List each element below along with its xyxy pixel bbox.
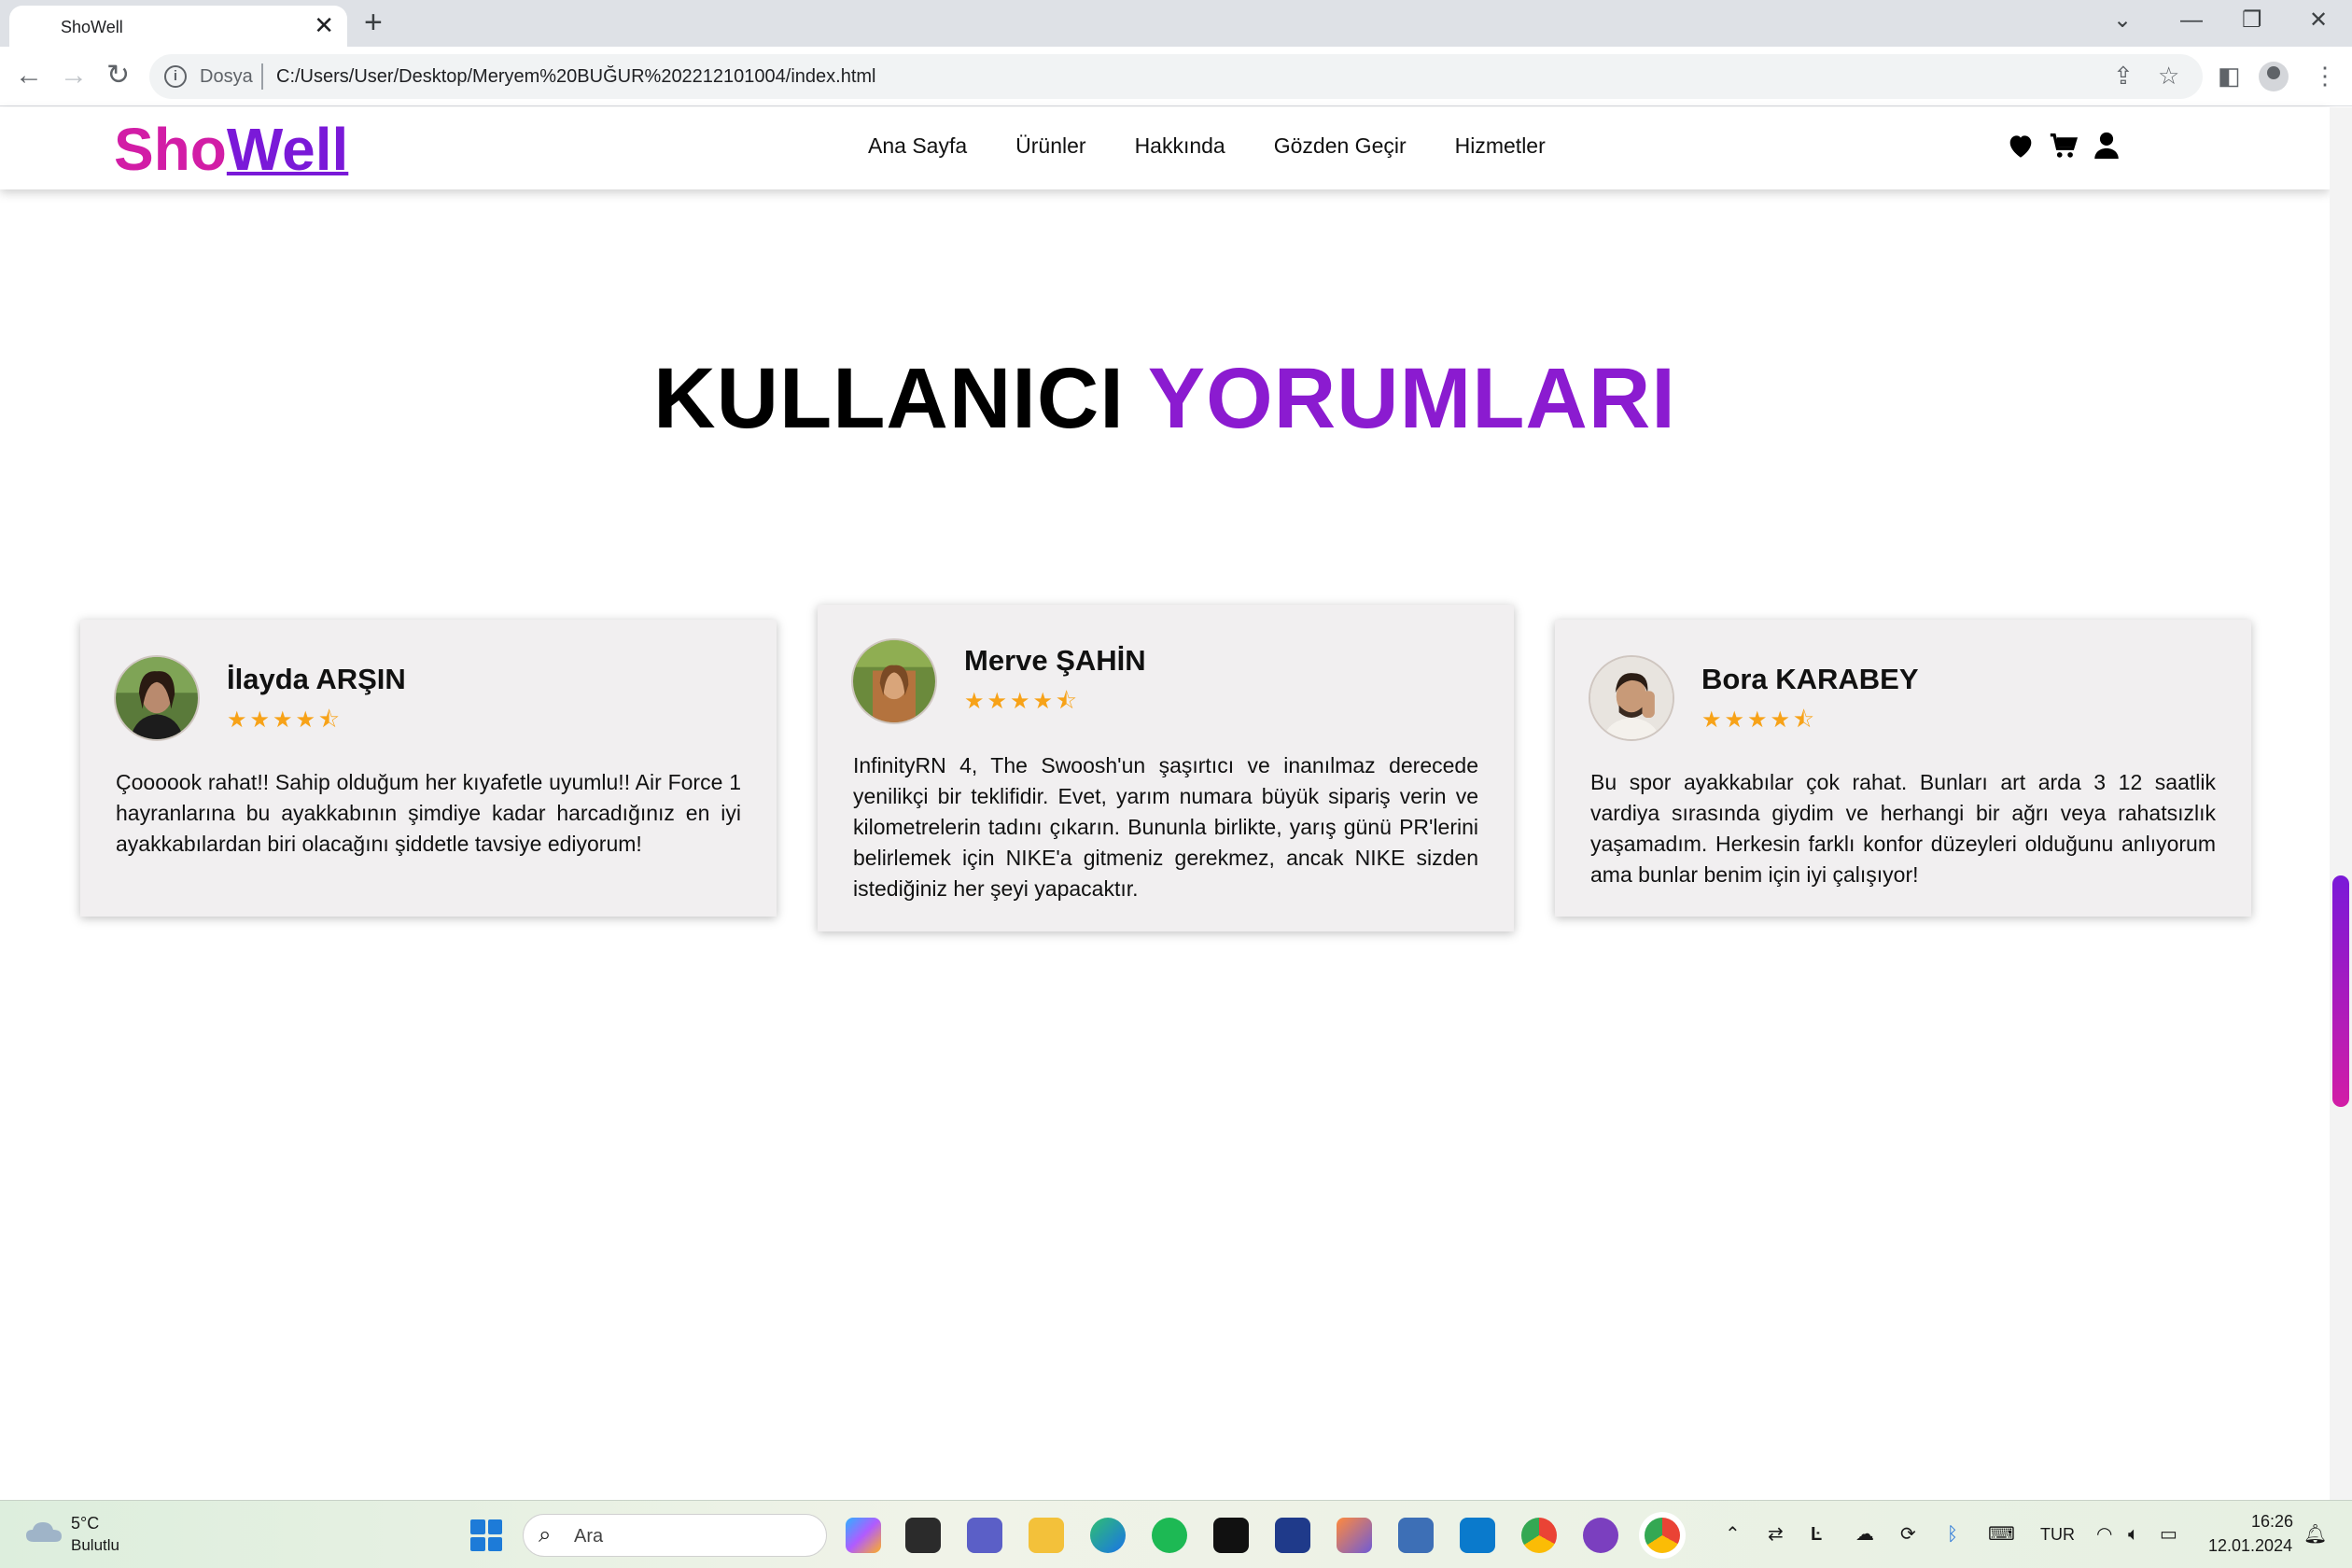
site-info-icon[interactable]: i — [164, 65, 187, 88]
review-text: Bu spor ayakkabılar çok rahat. Bunları a… — [1590, 770, 2216, 887]
volume-icon[interactable]: 🔈︎ — [2128, 1523, 2139, 1546]
search-icon: ⌕ — [539, 1522, 552, 1547]
virtualbox-icon[interactable] — [1398, 1518, 1434, 1553]
review-text: Çoooook rahat!! Sahip olduğum her kıyafe… — [116, 770, 741, 856]
heart-icon[interactable] — [2005, 130, 2037, 161]
taskbar-search-input[interactable]: ⌕ Ara — [523, 1514, 827, 1557]
review-card: Bora KARABEY ★★★★⯪ Bu spor ayakkabılar ç… — [1555, 620, 2251, 917]
reviewer-avatar — [851, 638, 937, 724]
github-desktop-icon[interactable] — [1583, 1518, 1618, 1553]
nav-item-gozden-gecir[interactable]: Gözden Geçir — [1274, 133, 1407, 159]
browser-tab[interactable]: ShoWell ✕ — [9, 6, 347, 47]
url-text[interactable]: C:/Users/User/Desktop/Meryem%20BUĞUR%202… — [276, 66, 876, 88]
nav-item-urunler[interactable]: Ürünler — [1015, 133, 1085, 159]
teams-chat-icon[interactable] — [967, 1518, 1002, 1553]
scrollbar-thumb[interactable] — [2332, 875, 2349, 1107]
new-tab-button[interactable]: + — [364, 6, 383, 39]
task-view-icon[interactable] — [905, 1518, 941, 1553]
cloud-weather-icon[interactable] — [24, 1519, 63, 1544]
copilot-app-icon[interactable] — [846, 1518, 881, 1553]
dev-cpp-icon[interactable] — [1275, 1518, 1310, 1553]
windows-start-icon[interactable] — [470, 1519, 502, 1551]
reload-icon[interactable]: ↻ — [106, 60, 130, 91]
chrome-active-icon[interactable] — [1645, 1518, 1680, 1553]
vscode-icon[interactable] — [1460, 1518, 1495, 1553]
onedrive-icon[interactable]: ☁ — [1855, 1523, 1874, 1546]
search-placeholder: Ara — [574, 1526, 604, 1547]
side-panel-icon[interactable]: ◧ — [2218, 62, 2241, 90]
logo-part-sho: Sho — [114, 116, 227, 183]
nav-item-hakkinda[interactable]: Hakkında — [1135, 133, 1225, 159]
reviewer-name: İlayda ARŞIN — [227, 663, 406, 695]
review-card: Merve ŞAHİN ★★★★⯪ InfinityRN 4, The Swoo… — [818, 605, 1514, 931]
review-text: InfinityRN 4, The Swoosh'un şaşırtıcı ve… — [853, 753, 1478, 901]
app-hexagon-icon[interactable] — [1337, 1518, 1372, 1553]
tray-toggle-icon[interactable]: ⇄ — [1768, 1523, 1784, 1546]
forward-icon[interactable]: → — [60, 60, 88, 91]
site-header: ShoWell Ana Sayfa Ürünler Hakkında Gözde… — [0, 107, 2330, 189]
rating-stars: ★★★★⯪ — [1701, 707, 1817, 733]
sync-icon[interactable]: ⟳ — [1900, 1523, 1916, 1546]
site-logo[interactable]: ShoWell — [114, 117, 348, 182]
tab-title: ShoWell — [61, 18, 123, 36]
reviewer-name: Bora KARABEY — [1701, 663, 1919, 695]
profile-avatar-icon[interactable] — [2259, 62, 2289, 91]
rating-stars: ★★★★⯪ — [964, 689, 1080, 714]
menu-kebab-icon[interactable]: ⋮ — [2313, 62, 2337, 90]
nav-item-hizmetler[interactable]: Hizmetler — [1455, 133, 1546, 159]
tab-search-chevron-icon[interactable]: ⌄ — [2113, 7, 2132, 34]
logo-part-well: Well — [226, 116, 349, 183]
bluetooth-icon[interactable]: ᛒ — [1947, 1523, 1958, 1546]
section-title: KULLANICI YORUMLARI — [0, 347, 2330, 450]
main-nav: Ana Sayfa Ürünler Hakkında Gözden Geçir … — [868, 133, 1594, 159]
share-icon[interactable]: ⇪ — [2113, 62, 2134, 90]
section-title-part1: KULLANICI — [653, 351, 1125, 446]
weather-temperature[interactable]: 5°C — [71, 1514, 99, 1533]
pycharm-icon[interactable] — [1213, 1518, 1249, 1553]
notification-bell-icon[interactable]: 🔔︎ — [2303, 1523, 2327, 1546]
keyboard-icon[interactable]: ⌨ — [1988, 1523, 2015, 1546]
close-window-button[interactable]: ✕ — [2309, 7, 2328, 34]
tray-meter-icon[interactable]: Ŀ — [1811, 1523, 1822, 1546]
taskbar: 5°C Bulutlu ⌕ Ara ⌃ ⇄ Ŀ ☁ ⟳ ᛒ ⌨ TUR ◠ 🔈︎… — [0, 1500, 2352, 1568]
edge-browser-icon[interactable] — [1090, 1518, 1126, 1553]
reviewer-avatar — [1589, 655, 1674, 741]
input-language[interactable]: TUR — [2040, 1523, 2075, 1546]
wifi-icon[interactable]: ◠ — [2096, 1523, 2112, 1546]
clock-time[interactable]: 16:26 — [2251, 1512, 2293, 1532]
cart-icon[interactable] — [2048, 130, 2079, 161]
tab-close-icon[interactable]: ✕ — [314, 13, 334, 37]
tray-overflow-chevron-icon[interactable]: ⌃ — [1725, 1523, 1741, 1546]
review-card: İlayda ARŞIN ★★★★⯪ Çoooook rahat!! Sahip… — [80, 620, 777, 917]
file-explorer-icon[interactable] — [1029, 1518, 1064, 1553]
back-icon[interactable]: ← — [15, 60, 43, 91]
browser-tab-strip: ShoWell ✕ + ⌄ — ❐ ✕ — [0, 0, 2352, 47]
user-icon[interactable] — [2091, 130, 2122, 161]
nav-item-ana-sayfa[interactable]: Ana Sayfa — [868, 133, 967, 159]
page-scrollbar[interactable] — [2330, 107, 2352, 1500]
spotify-icon[interactable] — [1152, 1518, 1187, 1553]
restore-button[interactable]: ❐ — [2242, 7, 2262, 34]
address-bar[interactable]: i Dosya C:/Users/User/Desktop/Meryem%20B… — [149, 54, 2203, 99]
reviewer-name: Merve ŞAHİN — [964, 644, 1146, 677]
clock-date[interactable]: 12.01.2024 — [2208, 1536, 2292, 1556]
battery-icon[interactable]: ▭ — [2160, 1523, 2177, 1546]
scheme-label: Dosya — [200, 66, 253, 87]
omnibox-divider — [261, 63, 263, 90]
bookmark-star-icon[interactable]: ☆ — [2158, 62, 2179, 90]
browser-toolbar: ← → ↻ i Dosya C:/Users/User/Desktop/Mery… — [0, 47, 2352, 106]
minimize-button[interactable]: — — [2180, 7, 2203, 34]
weather-description[interactable]: Bulutlu — [71, 1536, 119, 1555]
reviewer-avatar — [114, 655, 200, 741]
section-title-part2: YORUMLARI — [1147, 351, 1676, 446]
chrome-icon[interactable] — [1521, 1518, 1557, 1553]
rating-stars: ★★★★⯪ — [227, 707, 343, 733]
